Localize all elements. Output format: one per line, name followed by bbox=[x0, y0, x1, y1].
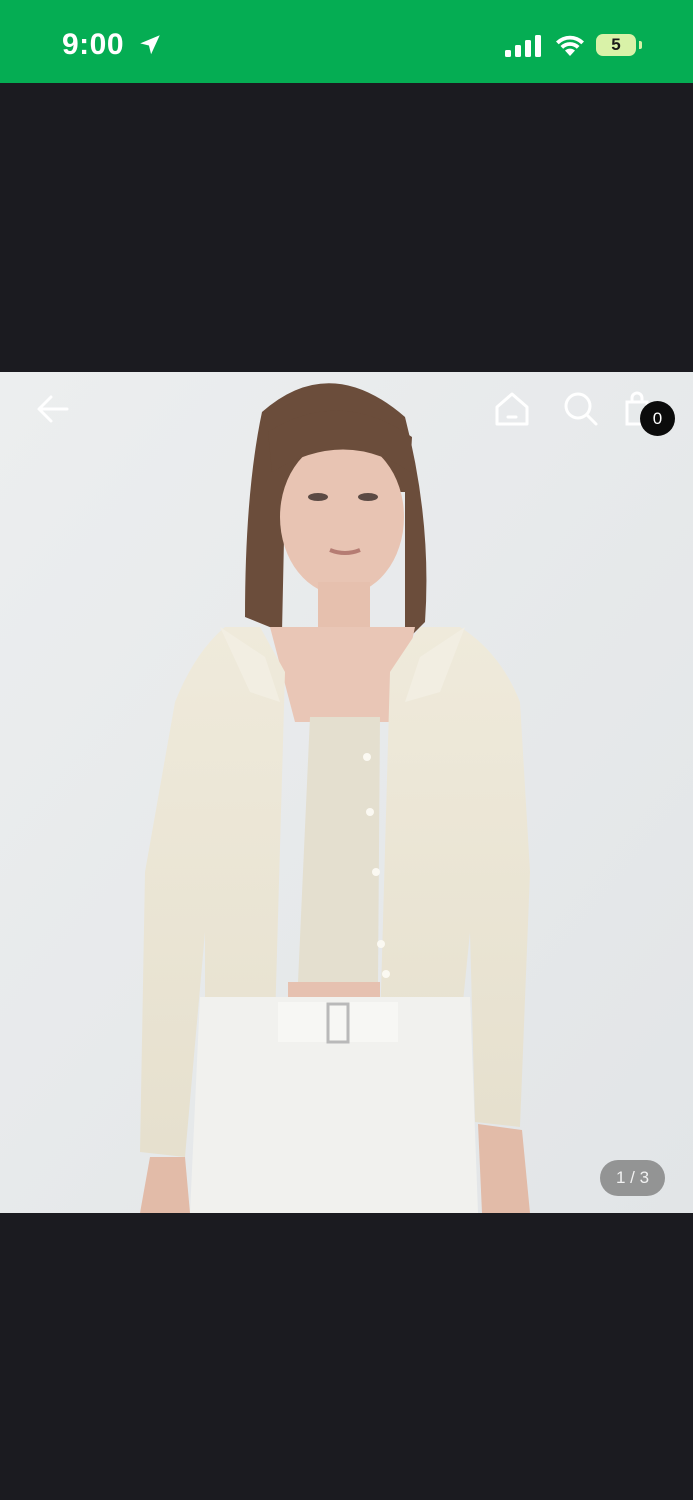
bottom-letterbox bbox=[0, 1213, 693, 1500]
home-icon[interactable] bbox=[493, 390, 531, 428]
search-icon[interactable] bbox=[561, 390, 599, 428]
status-bar: 9:00 5 bbox=[0, 0, 693, 83]
back-button[interactable] bbox=[34, 390, 72, 428]
wifi-icon bbox=[556, 35, 584, 56]
top-letterbox bbox=[0, 83, 693, 372]
product-image[interactable] bbox=[0, 372, 693, 1213]
product-photo bbox=[0, 372, 693, 1213]
battery-terminal bbox=[639, 41, 642, 49]
battery-icon: 5 bbox=[596, 34, 636, 56]
cart-count-badge[interactable]: 0 bbox=[640, 401, 675, 436]
image-pager: 1 / 3 bbox=[600, 1160, 665, 1196]
status-time: 9:00 bbox=[62, 28, 125, 61]
location-arrow-icon bbox=[140, 35, 160, 55]
cellular-signal-icon bbox=[505, 35, 541, 57]
